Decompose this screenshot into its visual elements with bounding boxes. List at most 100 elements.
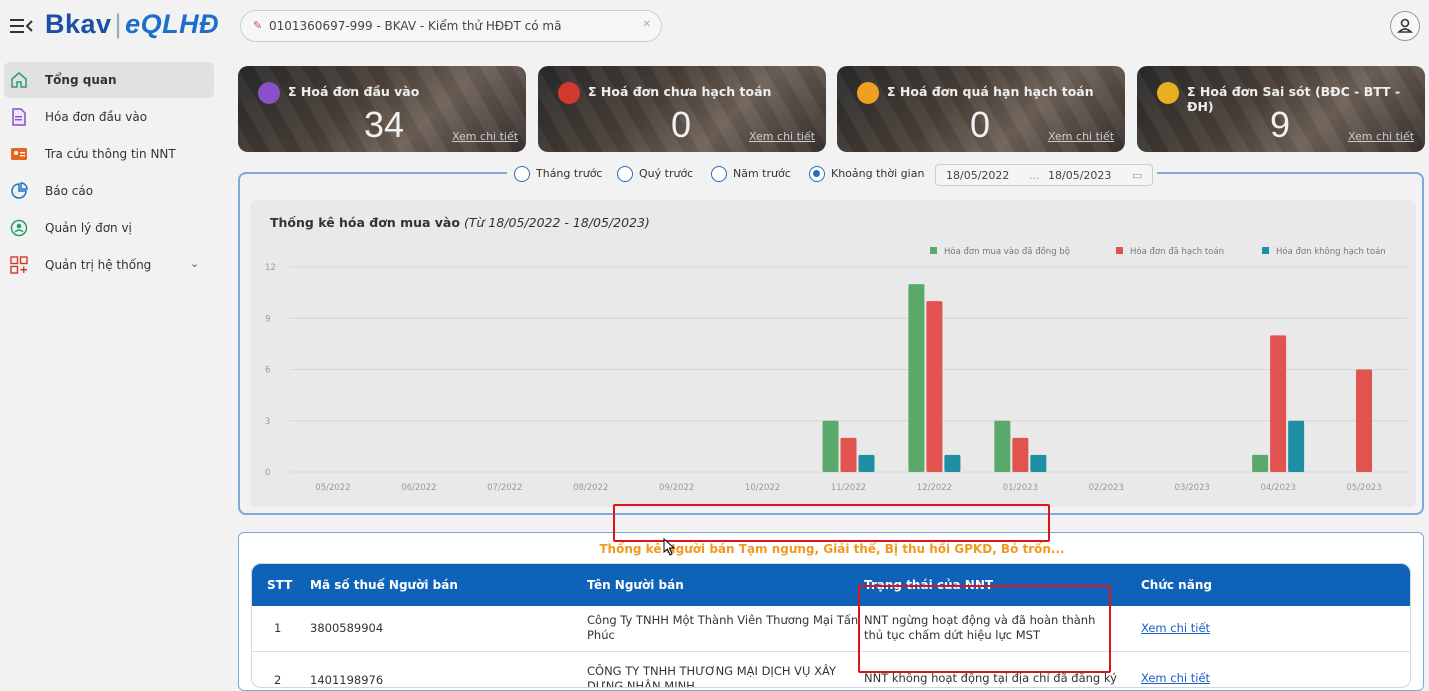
bar (926, 301, 943, 472)
x-tick-label: 05/2022 (315, 483, 350, 493)
cell-stt: 2 (274, 673, 282, 687)
x-tick-label: 01/2023 (1003, 483, 1038, 493)
sidebar-item-label: Quản trị hệ thống (45, 258, 152, 272)
column-header-stt: STT (267, 578, 293, 592)
view-detail-link[interactable]: Xem chi tiết (452, 130, 518, 143)
bar (994, 420, 1011, 472)
cell-seller-name: Công Ty TNHH Một Thành Viên Thương Mại T… (587, 613, 859, 642)
x-tick-label: 03/2023 (1175, 483, 1210, 493)
logo-separator: | (114, 9, 123, 39)
stat-card-title: Σ Hoá đơn chưa hạch toán (588, 84, 772, 99)
highlight-box-title (613, 504, 1050, 542)
cell-status: NNT không hoạt động tại địa chỉ đã đăng … (864, 671, 1117, 685)
stat-card-value: 0 (670, 104, 692, 145)
table-row: 1 3800589904 Công Ty TNHH Một Thành Viên… (252, 606, 1410, 652)
calendar-icon: ▭ (1132, 169, 1143, 182)
column-header-tax-code: Mã số thuế Người bán (310, 578, 458, 592)
chevron-down-icon: ⌄ (190, 257, 200, 270)
sidebar-item-unit-management[interactable]: Quản lý đơn vị (4, 210, 214, 246)
home-icon (11, 72, 27, 88)
x-tick-label: 05/2023 (1346, 483, 1381, 493)
x-tick-label: 07/2022 (487, 483, 522, 493)
cell-stt: 1 (274, 621, 282, 635)
company-select[interactable]: ✎ 0101360697-999 - BKAV - Kiểm thử HĐĐT … (240, 10, 662, 42)
bar (1012, 437, 1029, 472)
main-content: Σ Hoá đơn đầu vào 34 Xem chi tiết Σ Hoá … (222, 52, 1429, 691)
warning-icon (857, 82, 879, 104)
sidebar-item-label: Báo cáo (45, 184, 94, 198)
date-separator: ... (1029, 169, 1040, 182)
sidebar-item-system-admin[interactable]: Quản trị hệ thống ⌄ (4, 247, 214, 283)
bar (1270, 335, 1287, 472)
mouse-cursor-icon (663, 538, 676, 556)
logo-product: eQLHĐ (125, 9, 220, 39)
logo-brand: Bkav (45, 9, 112, 39)
x-tick-label: 12/2022 (917, 483, 952, 493)
seller-status-panel: Thống kê Người bán Tạm ngưng, Giải thể, … (238, 532, 1424, 691)
x-tick-label: 02/2023 (1089, 483, 1124, 493)
sidebar-item-label: Tổng quan (45, 73, 117, 87)
stat-card-unaccounted: Σ Hoá đơn chưa hạch toán 0 Xem chi tiết (538, 66, 826, 152)
y-tick-label: 0 (265, 468, 270, 478)
bar (1288, 420, 1305, 472)
bar (1030, 454, 1047, 472)
y-tick-label: 6 (265, 366, 270, 376)
user-icon (1397, 18, 1413, 33)
calendar-icon (558, 82, 580, 104)
sidebar-item-taxpayer-lookup[interactable]: Tra cứu thông tin NNT (4, 136, 214, 172)
sidebar-item-reports[interactable]: Báo cáo (4, 173, 214, 209)
view-detail-link[interactable]: Xem chi tiết (1141, 621, 1210, 635)
date-to: 18/05/2023 (1048, 169, 1112, 182)
stat-card-errors: Σ Hoá đơn Sai sót (BĐC - BTT - ĐH) 9 Xem… (1137, 66, 1425, 152)
sidebar-item-label: Tra cứu thông tin NNT (45, 147, 176, 161)
bar-chart: Thống kê hóa đơn mua vào (Từ 18/05/2022 -… (265, 215, 1407, 493)
x-tick-label: 06/2022 (401, 483, 436, 493)
seller-table-title: Thống kê Người bán Tạm ngưng, Giải thể, … (599, 542, 1065, 556)
clear-icon[interactable]: ✕ (643, 19, 651, 30)
x-tick-label: 08/2022 (573, 483, 608, 493)
view-detail-link[interactable]: Xem chi tiết (749, 130, 815, 143)
stat-card-value: 34 (363, 104, 405, 145)
cell-tax-code: 1401198976 (310, 673, 384, 687)
stat-card-title: Σ Hoá đơn đầu vào (288, 84, 420, 99)
bar (858, 454, 875, 472)
table-row: 2 1401198976 CÔNG TY TNHH THƯƠNG MẠI DỊC… (252, 652, 1410, 687)
bar (944, 454, 961, 472)
unit-icon (10, 219, 28, 237)
bar (908, 284, 925, 472)
top-bar: Bkav | eQLHĐ ✎ 0101360697-999 - BKAV - Kiể… (0, 0, 1429, 52)
legend-swatch (1262, 247, 1269, 254)
sidebar-item-label: Quản lý đơn vị (45, 221, 132, 235)
chart-panel: Tháng trước Quý trước Năm trước Khoảng t… (238, 163, 1424, 515)
chart-pie-icon (11, 182, 28, 199)
y-tick-label: 9 (265, 314, 270, 324)
date-range-picker[interactable]: 18/05/2022 ... 18/05/2023 ▭ (935, 164, 1153, 186)
column-header-actions: Chức năng (1141, 578, 1212, 592)
y-tick-label: 12 (265, 263, 276, 273)
document-icon (12, 108, 26, 126)
legend-label: Hóa đơn mua vào đã đồng bộ (944, 246, 1070, 257)
collapse-menu-icon[interactable] (10, 16, 34, 36)
purchase-invoice-chart: Thống kê hóa đơn mua vào (Từ 18/05/2022 -… (250, 200, 1416, 507)
company-select-value: 0101360697-999 - BKAV - Kiểm thử HĐĐT có… (269, 19, 562, 33)
stat-card-overdue: Σ Hoá đơn quá hạn hạch toán 0 Xem chi ti… (837, 66, 1125, 152)
bar (1252, 454, 1269, 472)
view-detail-link[interactable]: Xem chi tiết (1048, 130, 1114, 143)
date-from: 18/05/2022 (946, 169, 1010, 182)
column-header-seller-name: Tên Người bán (587, 578, 684, 592)
bar (822, 420, 839, 472)
x-tick-label: 04/2023 (1260, 483, 1295, 493)
bar (840, 437, 857, 472)
message-icon (1157, 82, 1179, 104)
period-filter: Tháng trước Quý trước Năm trước Khoảng t… (240, 163, 1426, 186)
stat-card-title: Σ Hoá đơn quá hạn hạch toán (887, 84, 1094, 99)
app-logo[interactable]: Bkav | eQLHĐ (45, 9, 219, 40)
legend-swatch (930, 247, 937, 254)
y-tick-label: 3 (265, 417, 270, 427)
x-tick-label: 11/2022 (831, 483, 866, 493)
user-avatar-button[interactable] (1390, 11, 1420, 41)
sidebar-item-overview[interactable]: Tổng quan (4, 62, 214, 98)
view-detail-link[interactable]: Xem chi tiết (1348, 130, 1414, 143)
view-detail-link[interactable]: Xem chi tiết (1141, 671, 1210, 685)
sidebar-item-input-invoices[interactable]: Hóa đơn đầu vào (4, 99, 214, 135)
